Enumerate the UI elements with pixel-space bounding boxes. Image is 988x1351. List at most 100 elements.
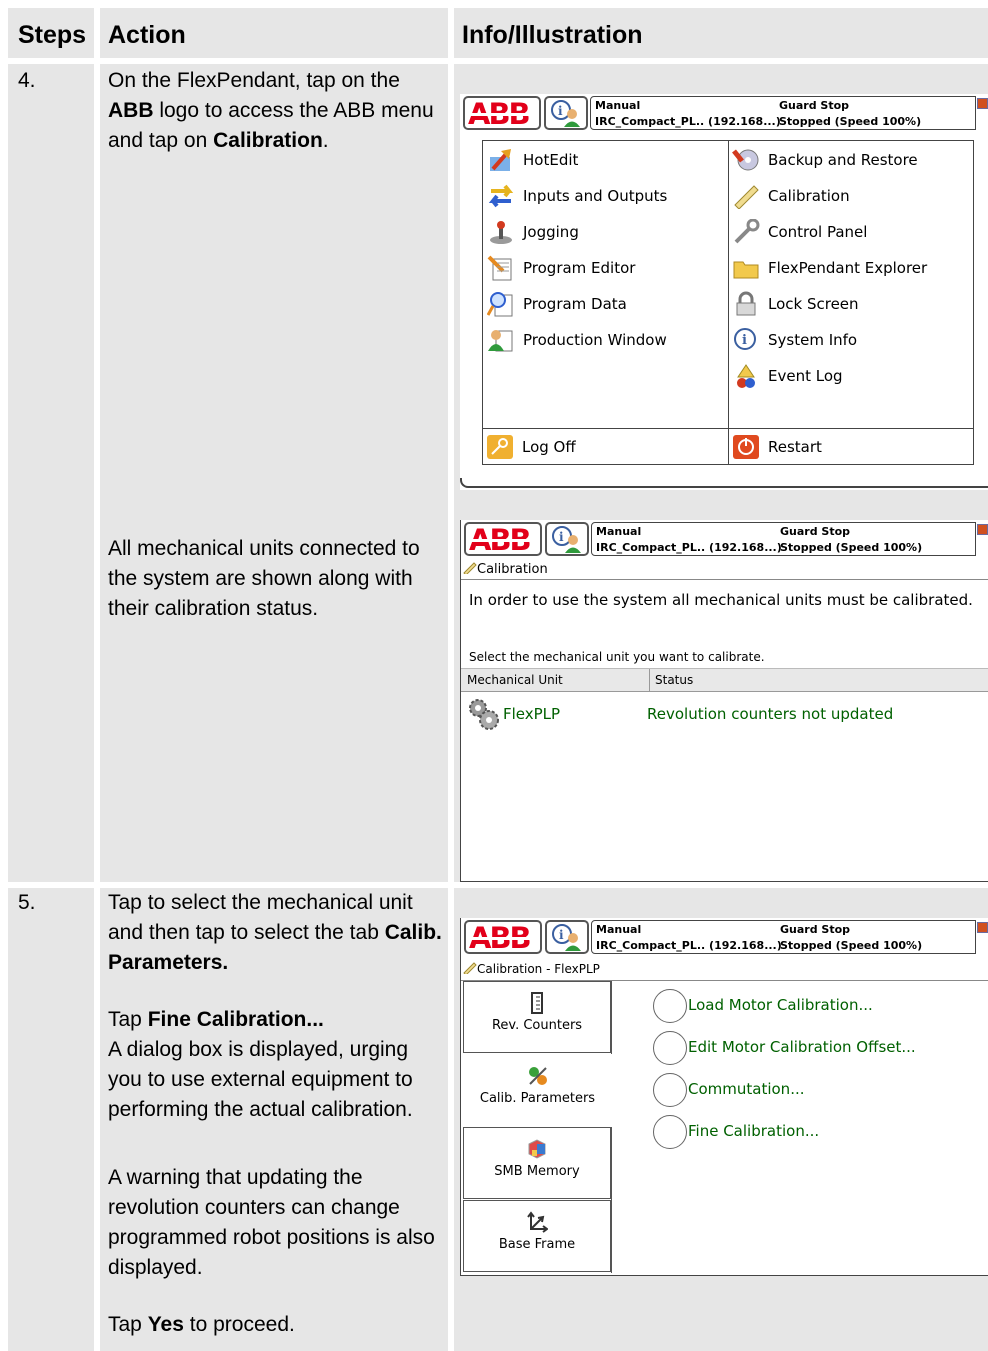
tab-rev-counters[interactable]: Rev. Counters xyxy=(463,981,611,1053)
row4-text-e: . xyxy=(322,129,329,152)
header-steps-label: Steps xyxy=(18,21,87,49)
row4-text-abb: ABB xyxy=(108,99,154,122)
row5-step-cell: 5. xyxy=(8,888,94,1351)
power-icon xyxy=(732,434,760,460)
row5-text-4a: Tap xyxy=(108,1313,148,1336)
option-commutation[interactable]: Commutation... xyxy=(688,1080,805,1098)
row4-action-cell: On the FlexPendant, tap on the ABB logo … xyxy=(100,64,448,882)
row5-text-2c: A dialog box is displayed, urging you to… xyxy=(108,1038,413,1121)
lock-icon xyxy=(732,291,760,317)
control-panel-icon xyxy=(732,218,760,245)
menu-item-program-editor[interactable]: Program Editor xyxy=(487,254,635,282)
unit-status: Revolution counters not updated xyxy=(647,705,894,723)
svg-text:i: i xyxy=(742,333,747,348)
row4-action-text: On the FlexPendant, tap on the ABB logo … xyxy=(108,66,444,156)
row5-info-cell: ABB i Manual IRC_Compact_PL.. (192.168..… xyxy=(454,888,988,1351)
status-mode: Manual xyxy=(595,99,641,112)
quickset-button[interactable]: i xyxy=(545,920,589,954)
status-system: IRC_Compact_PL.. (192.168...) xyxy=(596,939,782,952)
abb-logo: ABB xyxy=(469,526,537,555)
quickset-button[interactable]: i xyxy=(544,96,588,130)
title-divider xyxy=(461,579,988,580)
menu-item-production-window[interactable]: Production Window xyxy=(487,326,667,354)
folder-icon xyxy=(732,255,760,281)
screen-frame-bottom xyxy=(460,478,988,488)
row4-step-number: 4. xyxy=(18,69,36,92)
menu-item-flexpendant-explorer[interactable]: FlexPendant Explorer xyxy=(732,254,927,282)
calibration-title: Calibration xyxy=(463,562,548,577)
abb-menu-button[interactable]: ABB xyxy=(463,96,541,130)
status-speed: Stopped (Speed 100%) xyxy=(780,939,923,952)
close-icon[interactable] xyxy=(977,524,988,535)
quickset-icon: i xyxy=(552,526,581,553)
abb-logo: ABB xyxy=(468,100,536,129)
menu-item-control-panel[interactable]: Control Panel xyxy=(732,218,867,246)
menu-item-hotedit[interactable]: HotEdit xyxy=(487,146,578,174)
tab-calib-parameters[interactable]: Calib. Parameters xyxy=(463,1054,611,1126)
menu-item-flexpendant-explorer-label: FlexPendant Explorer xyxy=(768,259,928,277)
row5-action-cell: Tap to select the mechanical unit and th… xyxy=(100,888,448,1351)
menu-item-jogging[interactable]: Jogging xyxy=(487,218,579,246)
row5-text-1a: Tap to select the mechanical unit and th… xyxy=(108,891,413,944)
base-frame-icon xyxy=(527,1211,548,1233)
row5-text-3: A warning that updating the revolution c… xyxy=(108,1166,435,1279)
smb-memory-icon xyxy=(528,1139,546,1159)
status-bar: ABB i Manual IRC_Compact_PL.. (192.168..… xyxy=(461,520,988,560)
menu-item-program-data[interactable]: Program Data xyxy=(486,290,627,318)
calib-title-label: Calibration - FlexPLP xyxy=(477,962,600,976)
menu-item-inputs-outputs[interactable]: Inputs and Outputs xyxy=(487,182,667,210)
column-status[interactable]: Status xyxy=(655,673,693,687)
tabs-right-border-bottom xyxy=(611,1127,612,1273)
quickset-icon: i xyxy=(552,924,581,951)
menu-item-lock-screen[interactable]: Lock Screen xyxy=(732,290,859,318)
row4-text-calibration: Calibration xyxy=(213,129,323,152)
tab-rev-counters-label: Rev. Counters xyxy=(491,1018,583,1033)
menu-item-lock-screen-label: Lock Screen xyxy=(768,295,859,313)
status-state: Guard Stop xyxy=(779,99,850,112)
svg-text:i: i xyxy=(559,530,564,544)
radio-fine-calibration[interactable] xyxy=(653,1115,687,1149)
log-off-button[interactable]: Log Off xyxy=(486,433,576,461)
row4-text-a: On the FlexPendant, tap on the xyxy=(108,69,400,92)
event-log-icon xyxy=(732,363,760,389)
menu-item-backup-restore[interactable]: Backup and Restore xyxy=(732,146,918,174)
option-fine-calibration[interactable]: Fine Calibration... xyxy=(688,1122,819,1140)
header-info: Info/Illustration xyxy=(454,8,988,58)
option-edit-motor-calibration-offset[interactable]: Edit Motor Calibration Offset... xyxy=(688,1038,916,1056)
hotedit-icon xyxy=(487,147,515,173)
select-prompt: Select the mechanical unit you want to c… xyxy=(469,650,765,664)
radio-edit-motor-calibration-offset[interactable] xyxy=(653,1031,687,1065)
table-row[interactable]: FlexPLP Revolution counters not updated xyxy=(461,696,988,732)
row5-text-fine-calibration: Fine Calibration... xyxy=(147,1008,324,1031)
row5-text-2a: Tap xyxy=(108,1008,148,1031)
close-icon[interactable] xyxy=(977,98,988,109)
menu-bottom-divider xyxy=(483,428,973,429)
tab-base-frame[interactable]: Base Frame xyxy=(463,1200,611,1272)
tab-smb-memory[interactable]: SMB Memory xyxy=(463,1127,611,1199)
abb-logo: ABB xyxy=(469,924,537,953)
restart-button[interactable]: Restart xyxy=(732,433,822,461)
close-icon[interactable] xyxy=(977,922,988,933)
menu-item-system-info[interactable]: i System Info xyxy=(732,326,857,354)
production-window-icon xyxy=(487,327,515,353)
menu-item-event-log[interactable]: Event Log xyxy=(732,362,843,390)
status-mode: Manual xyxy=(596,923,642,936)
system-info-icon: i xyxy=(732,327,760,353)
row5-text-4: Tap Yes to proceed. xyxy=(108,1310,444,1340)
header-steps: Steps xyxy=(8,8,94,58)
inputs-outputs-icon xyxy=(487,183,515,209)
menu-item-calibration[interactable]: Calibration xyxy=(732,182,850,210)
quickset-button[interactable]: i xyxy=(545,522,589,556)
menu-item-system-info-label: System Info xyxy=(768,331,858,349)
backup-restore-icon xyxy=(732,147,760,173)
status-system: IRC_Compact_PL.. (192.168...) xyxy=(595,115,781,128)
column-mechanical-unit[interactable]: Mechanical Unit xyxy=(467,673,563,687)
radio-load-motor-calibration[interactable] xyxy=(653,989,687,1023)
option-load-motor-calibration[interactable]: Load Motor Calibration... xyxy=(688,996,873,1014)
row5-text-2: Tap Fine Calibration... A dialog box is … xyxy=(108,1005,444,1125)
abb-menu-button[interactable]: ABB xyxy=(464,920,542,954)
abb-menu-button[interactable]: ABB xyxy=(464,522,542,556)
header-action: Action xyxy=(100,8,448,58)
radio-commutation[interactable] xyxy=(653,1073,687,1107)
calib-parameters-icon xyxy=(528,1067,547,1085)
